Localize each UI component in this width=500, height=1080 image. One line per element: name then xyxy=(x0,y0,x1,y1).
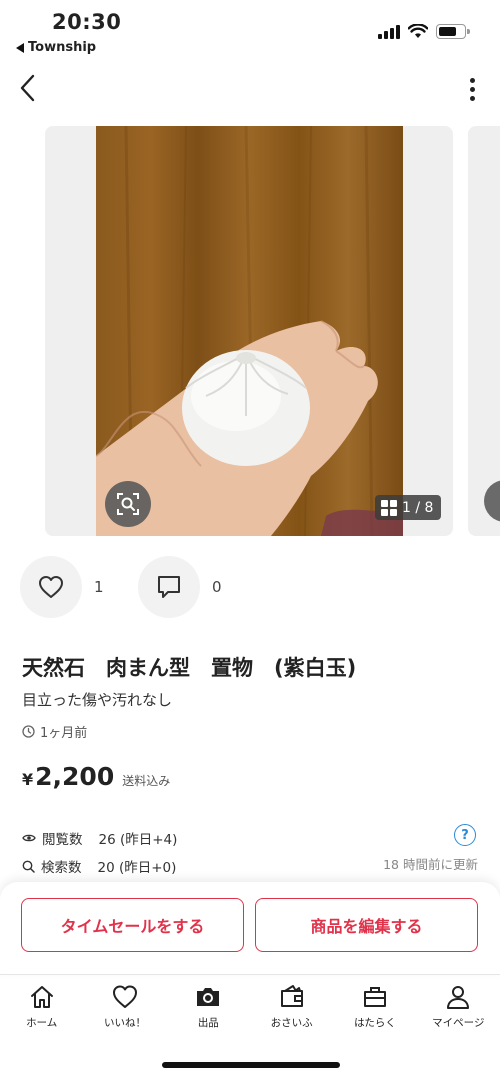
comment-button[interactable] xyxy=(138,556,200,618)
clock-icon xyxy=(22,725,35,738)
views-label: 閲覧数 xyxy=(42,832,83,848)
tab-label: おさいふ xyxy=(270,1017,313,1029)
back-triangle-icon xyxy=(16,42,24,53)
like-button[interactable] xyxy=(20,556,82,618)
item-stats: 閲覧数 26 (昨日+4) 検索数 20 (昨日+0) ? 18 時間前に更新 xyxy=(22,824,478,880)
status-bar: 20:30 Township xyxy=(0,0,500,60)
tab-mypage[interactable]: マイページ xyxy=(417,975,500,1034)
views-row: 閲覧数 26 (昨日+4) xyxy=(22,824,478,852)
search-icon xyxy=(22,860,35,873)
product-photo[interactable] xyxy=(96,126,403,536)
wallet-icon xyxy=(280,985,303,1007)
shipping-note: 送料込み xyxy=(122,774,171,788)
next-image-card[interactable] xyxy=(468,126,500,536)
heart-icon xyxy=(39,576,63,598)
tab-bar: ホーム いいね！ 出品 おさいふ はたらく マイページ xyxy=(0,974,500,1034)
briefcase-icon xyxy=(363,987,386,1007)
edit-item-button[interactable]: 商品を編集する xyxy=(255,898,478,952)
grid-icon xyxy=(381,499,397,516)
posted-time: 1ヶ月前 xyxy=(22,722,87,741)
heart-icon xyxy=(112,985,137,1008)
search-value: 20 (昨日+0) xyxy=(97,860,177,876)
tab-label: いいね！ xyxy=(103,1017,146,1029)
comment-count: 0 xyxy=(212,578,222,596)
image-search-icon xyxy=(117,493,139,515)
tab-wallet[interactable]: おさいふ xyxy=(250,975,333,1034)
status-icons xyxy=(378,24,470,39)
image-counter[interactable]: 1 / 8 xyxy=(375,495,442,520)
like-count: 1 xyxy=(94,578,104,596)
views-value: 26 (昨日+4) xyxy=(98,832,178,848)
more-dot-icon xyxy=(469,86,475,92)
time-sale-button[interactable]: タイムセールをする xyxy=(21,898,244,952)
tab-label: はたらく xyxy=(354,1017,396,1029)
home-icon xyxy=(30,986,53,1008)
more-options-button[interactable] xyxy=(462,74,482,104)
person-icon xyxy=(447,986,470,1009)
tab-label: 出品 xyxy=(197,1017,219,1029)
tab-work[interactable]: はたらく xyxy=(333,975,416,1034)
help-icon[interactable]: ? xyxy=(454,824,476,846)
back-to-app-link[interactable]: Township xyxy=(16,40,96,55)
price: ¥ 2,200 送料込み xyxy=(22,762,170,791)
currency-symbol: ¥ xyxy=(22,770,34,789)
tab-label: ホーム xyxy=(26,1017,58,1029)
top-nav xyxy=(0,66,500,112)
item-condition: 目立った傷や汚れなし xyxy=(22,691,173,709)
comment-icon xyxy=(158,576,180,598)
status-time: 20:30 xyxy=(52,10,122,34)
chevron-left-icon xyxy=(20,74,35,102)
back-app-label: Township xyxy=(28,40,97,55)
battery-icon xyxy=(436,24,470,39)
back-button[interactable] xyxy=(10,70,44,106)
gallery-card[interactable]: 1 / 8 xyxy=(45,126,453,536)
wifi-icon xyxy=(408,24,428,38)
image-gallery[interactable]: 1 / 8 xyxy=(0,126,500,536)
camera-icon xyxy=(197,988,220,1006)
tab-home[interactable]: ホーム xyxy=(0,975,83,1034)
bottom-action-sheet: タイムセールをする 商品を編集する xyxy=(0,882,500,974)
eye-icon xyxy=(22,834,36,842)
image-search-button[interactable] xyxy=(105,481,151,527)
posted-time-text: 1ヶ月前 xyxy=(40,726,88,741)
cellular-signal-icon xyxy=(378,24,400,39)
search-label: 検索数 xyxy=(41,860,82,876)
tab-sell[interactable]: 出品 xyxy=(167,975,250,1034)
updated-time: 18 時間前に更新 xyxy=(383,857,478,872)
home-indicator xyxy=(162,1062,340,1068)
price-amount: 2,200 xyxy=(35,762,115,791)
item-title: 天然石 肉まん型 置物 (紫白玉) xyxy=(22,656,357,680)
tab-label: マイページ xyxy=(432,1017,485,1029)
tab-likes[interactable]: いいね！ xyxy=(83,975,166,1034)
image-counter-text: 1 / 8 xyxy=(402,499,434,516)
more-dot-icon xyxy=(469,95,475,101)
more-dot-icon xyxy=(469,77,475,83)
action-row: 1 0 xyxy=(20,556,256,618)
